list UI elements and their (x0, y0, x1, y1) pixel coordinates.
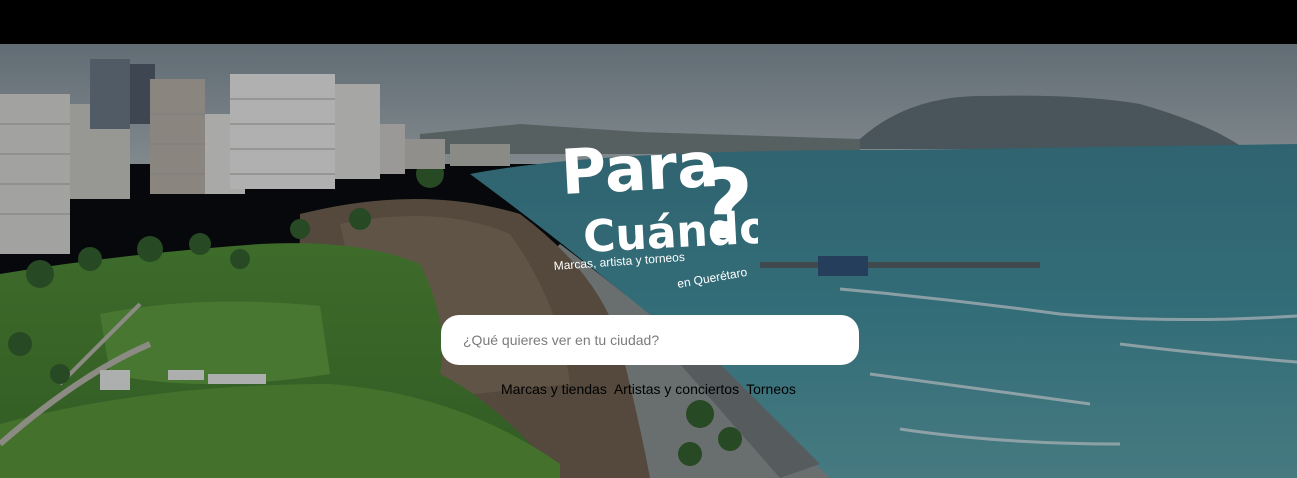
link-marcas-y-tiendas[interactable]: Marcas y tiendas (501, 381, 607, 397)
logo-tagline-location: en Querétaro (676, 265, 748, 291)
search-input[interactable] (461, 331, 839, 349)
top-bar (0, 0, 1297, 44)
category-links: Marcas y tiendas Artistas y conciertos T… (501, 381, 796, 397)
para-cuando-logo: Para ? Cuándo Marcas, artista y torneos … (553, 128, 758, 291)
link-torneos[interactable]: Torneos (746, 381, 796, 397)
logo-line-para: Para (559, 128, 721, 209)
hero-section: Para ? Cuándo Marcas, artista y torneos … (0, 44, 1297, 478)
search-bar[interactable] (441, 315, 859, 365)
link-artistas-y-conciertos[interactable]: Artistas y conciertos (614, 381, 739, 397)
